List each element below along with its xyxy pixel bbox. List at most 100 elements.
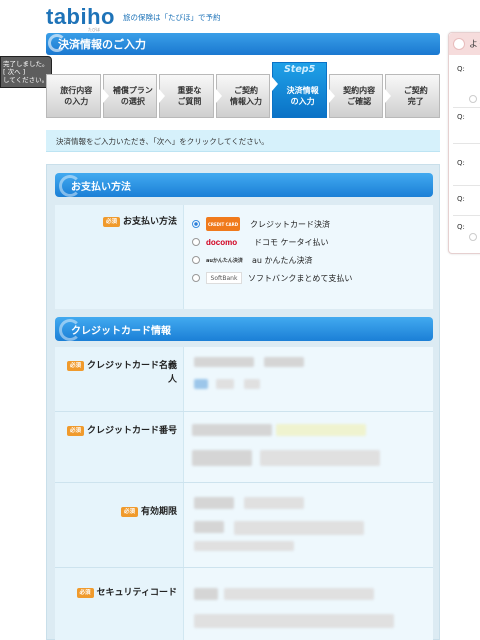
payment-method-label: 必須 お支払い方法 <box>102 215 177 229</box>
required-badge: 必須 <box>76 587 94 598</box>
masked-text <box>234 521 364 535</box>
side-tooltip: 完了しました。 [ 次へ ] してください。 <box>0 56 52 88</box>
faq-item[interactable]: Q: <box>457 159 465 167</box>
required-badge: 必須 <box>66 425 84 436</box>
field-label: クレジットカード番号 <box>86 426 177 436</box>
field-label: 有効期限 <box>140 507 177 517</box>
masked-text <box>194 614 394 628</box>
field-label: セキュリティコード <box>96 588 177 598</box>
option-label: au かんたん決済 <box>252 255 313 265</box>
step-label: 旅行内容 <box>60 86 93 95</box>
docomo-logo-icon: docomo <box>206 237 238 247</box>
masked-text <box>244 379 260 389</box>
faq-item[interactable]: Q: <box>457 195 465 203</box>
security-code-row: 必須 セキュリティコード <box>55 568 433 640</box>
faq-divider <box>453 215 480 216</box>
masked-text <box>194 541 294 551</box>
credit-card-icon: CREDIT CARD <box>206 217 240 231</box>
masked-text <box>194 497 234 509</box>
step-label: ご契約 <box>403 86 428 95</box>
option-softbank[interactable]: SoftBank ソフトバンクまとめて支払い <box>192 271 352 285</box>
step-important-questions: 重要な ご質問 <box>159 74 214 118</box>
step-plan-select: 補償プラン の選択 <box>102 74 158 118</box>
field-label: クレジットカード名義 <box>86 361 177 371</box>
masked-text <box>264 357 304 367</box>
faq-panel: よく Q: Q: Q: Q: Q: <box>448 32 480 254</box>
faq-item[interactable]: Q: <box>457 223 465 231</box>
radio-icon[interactable] <box>192 274 200 282</box>
field-label: 人 <box>167 375 177 385</box>
tabiho-logo[interactable]: tabiho <box>46 4 115 30</box>
step-label: 補償プラン <box>112 86 153 95</box>
masked-text <box>260 450 380 466</box>
field-label: お支払い方法 <box>122 217 177 227</box>
masked-text <box>216 379 234 389</box>
step-complete: ご契約 完了 <box>385 74 441 118</box>
option-label: ソフトバンクまとめて支払い <box>248 273 353 283</box>
faq-divider <box>453 185 480 186</box>
step-label: 契約内容 <box>343 86 376 95</box>
payment-form: お支払い方法 必須 お支払い方法 CREDIT CARD クレジットカード決済 d… <box>46 164 440 640</box>
page-title: 決済情報のご入力 <box>58 38 146 51</box>
radio-icon[interactable] <box>192 238 200 246</box>
option-au[interactable]: auかんたん決済 au かんたん決済 <box>192 253 313 267</box>
credit-card-header: クレジットカード情報 <box>55 317 433 341</box>
step-badge: Step5 <box>283 64 316 75</box>
faq-item[interactable]: Q: <box>457 65 465 73</box>
faq-item[interactable]: Q: <box>457 113 465 121</box>
side-tip-line1: 完了しました。 <box>3 60 49 68</box>
faq-divider <box>453 107 480 108</box>
option-docomo[interactable]: docomo ドコモ ケータイ払い <box>192 235 329 249</box>
card-number-row: 必須 クレジットカード番号 <box>55 412 433 482</box>
step-label: 重要な <box>177 86 202 95</box>
step-label: 完了 <box>407 97 424 106</box>
expiry-row: 必須 有効期限 <box>55 483 433 567</box>
step-label: の入力 <box>64 97 89 106</box>
page-title-bar: 決済情報のご入力 <box>46 33 440 55</box>
step-confirm: 契約内容 ご確認 <box>328 74 384 118</box>
step-label: 決済情報 <box>286 86 319 95</box>
required-badge: 必須 <box>120 506 138 517</box>
security-code-value[interactable] <box>183 568 433 640</box>
option-credit-card[interactable]: CREDIT CARD クレジットカード決済 <box>192 217 330 231</box>
side-tip-line3: してください。 <box>3 76 49 84</box>
masked-text <box>192 450 252 466</box>
expiry-label: 必須 有効期限 <box>120 505 177 519</box>
option-label: ドコモ ケータイ払い <box>254 237 329 247</box>
masked-text <box>224 588 374 600</box>
arrow-icon[interactable] <box>469 233 477 241</box>
card-number-value[interactable] <box>183 412 433 482</box>
logo-text: tabiho <box>46 4 115 29</box>
step-progress: 旅行内容 の入力 補償プラン の選択 重要な ご質問 ご契約 情報入力 Step5 決済… <box>46 62 441 118</box>
step-label: 情報入力 <box>230 97 263 106</box>
expiry-value[interactable] <box>183 483 433 567</box>
step-travel-input: 旅行内容 の入力 <box>46 74 101 118</box>
step-contract-info: ご契約 情報入力 <box>215 74 271 118</box>
masked-text <box>194 357 254 367</box>
required-badge: 必須 <box>102 216 120 227</box>
step-label: の選択 <box>120 97 145 106</box>
side-tip-line2: [ 次へ ] <box>3 68 26 76</box>
radio-selected-icon[interactable] <box>192 220 200 228</box>
card-holder-value[interactable] <box>183 347 433 411</box>
masked-text <box>192 424 272 436</box>
instruction-text: 決済情報をご入力いただき、「次へ」をクリックしてください。 <box>46 130 440 152</box>
payment-options: CREDIT CARD クレジットカード決済 docomo ドコモ ケータイ払い… <box>183 205 433 309</box>
step-label: ご質問 <box>177 97 202 106</box>
arrow-icon[interactable] <box>469 95 477 103</box>
step-label: ご確認 <box>347 97 372 106</box>
section-title: お支払い方法 <box>71 182 131 193</box>
radio-icon[interactable] <box>192 256 200 264</box>
section-title: クレジットカード情報 <box>71 326 171 337</box>
card-holder-row: 必須 クレジットカード名義人 <box>55 347 433 411</box>
card-number-label: 必須 クレジットカード番号 <box>66 424 177 438</box>
masked-text <box>244 497 304 509</box>
option-label: クレジットカード決済 <box>250 219 330 229</box>
faq-heading: よく <box>469 40 480 50</box>
au-logo-icon: auかんたん決済 <box>206 257 243 264</box>
tagline: 旅の保険は「たびほ」で予約 <box>123 13 221 22</box>
masked-text <box>276 424 366 436</box>
faq-divider <box>453 143 480 144</box>
softbank-logo-icon: SoftBank <box>206 272 242 284</box>
step-label: の入力 <box>290 97 315 106</box>
